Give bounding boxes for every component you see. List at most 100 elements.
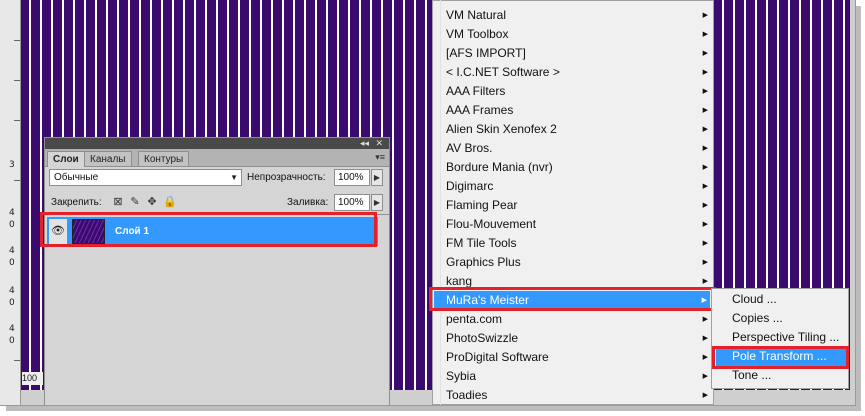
menu-item-label: kang [446, 274, 473, 288]
menu-gutter-line [440, 0, 441, 405]
ruler-tick [14, 80, 20, 81]
menu-item[interactable]: Toadies ▶ [446, 386, 711, 405]
menu-item[interactable]: AAA Filters ▶ [446, 82, 711, 101]
ruler-number: 0 [9, 298, 15, 308]
menu-item-label: AAA Filters [446, 84, 506, 98]
blend-mode-select[interactable]: Обычные ▼ [49, 169, 242, 186]
layers-panel: ◂◂ ✕ Слои Каналы Контуры ▾≡ Обычные ▼ Не… [44, 137, 390, 405]
blend-mode-value: Обычные [54, 172, 99, 183]
ruler-tick [14, 40, 20, 41]
highlight-box-muras [429, 287, 716, 311]
submenu-arrow-icon: ▶ [702, 240, 708, 247]
submenu-arrow-icon: ▶ [702, 259, 708, 266]
submenu-arrow-icon: ▶ [702, 316, 708, 323]
menu-item-label: FM Tile Tools [446, 236, 517, 250]
menu-item-label: Graphics Plus [446, 255, 521, 269]
screenshot-frame: 3 4 0 4 0 4 0 4 0 100 ◂◂ ✕ Слои Каналы К… [0, 0, 856, 406]
menu-item[interactable]: Flaming Pear ▶ [446, 196, 711, 215]
close-icon[interactable]: ✕ [375, 138, 383, 149]
submenu-arrow-icon: ▶ [702, 126, 708, 133]
tab-channels[interactable]: Каналы [84, 151, 132, 166]
panel-tabs: Слои Каналы Контуры ▾≡ [45, 149, 389, 167]
submenu-arrow-icon: ▶ [702, 392, 708, 399]
menu-item-label: VM Toolbox [446, 27, 509, 41]
submenu-arrow-icon: ▶ [702, 107, 708, 114]
ruler-number: 0 [9, 220, 15, 230]
vertical-ruler: 3 4 0 4 0 4 0 4 0 [0, 0, 21, 405]
ruler-number: 0 [9, 336, 15, 346]
submenu-item[interactable]: Perspective Tiling ... [732, 328, 846, 347]
submenu-arrow-icon: ▶ [702, 183, 708, 190]
menu-item[interactable]: Flou-Mouvement ▶ [446, 215, 711, 234]
menu-item-label: VM Natural [446, 8, 507, 22]
menu-item[interactable]: penta.com ▶ [446, 310, 711, 329]
menu-item[interactable]: ProDigital Software ▶ [446, 348, 711, 367]
tab-layers[interactable]: Слои [47, 151, 85, 167]
menu-item[interactable]: FM Tile Tools ▶ [446, 234, 711, 253]
submenu-arrow-icon: ▶ [702, 145, 708, 152]
menu-item-label: Flou-Mouvement [446, 217, 537, 231]
lock-move-icon[interactable]: ✥ [146, 196, 158, 208]
menu-item[interactable]: AAA Frames ▶ [446, 101, 711, 120]
blend-row: Обычные ▼ Непрозрачность: 100% ▶ [45, 167, 389, 193]
menu-item-label: Sybia [446, 369, 477, 383]
lock-paint-icon[interactable]: ✎ [129, 196, 141, 208]
menu-item-label: AAA Frames [446, 103, 514, 117]
menu-item[interactable]: VM Natural ▶ [446, 6, 711, 25]
lock-all-icon[interactable]: 🔒 [163, 196, 177, 208]
menu-item[interactable]: Sybia ▶ [446, 367, 711, 386]
ruler-number: 4 [9, 324, 15, 334]
submenu-arrow-icon: ▶ [702, 12, 708, 19]
fill-slider-button[interactable]: ▶ [371, 194, 383, 211]
opacity-slider-button[interactable]: ▶ [371, 169, 383, 186]
menu-item-label: AV Bros. [446, 141, 493, 155]
ruler-tick [14, 120, 20, 121]
chevron-down-icon: ▼ [230, 173, 238, 182]
fill-label: Заливка: [287, 197, 329, 208]
ruler-tick [14, 180, 20, 181]
submenu-arrow-icon: ▶ [702, 50, 708, 57]
menu-item-label: Digimarc [446, 179, 494, 193]
opacity-label: Непрозрачность: [247, 172, 326, 183]
tab-paths[interactable]: Контуры [138, 151, 190, 166]
menu-item-label: Bordure Mania (nvr) [446, 160, 553, 174]
menu-item-label: penta.com [446, 312, 503, 326]
panel-titlebar[interactable]: ◂◂ ✕ [45, 138, 389, 149]
submenu-arrow-icon: ▶ [702, 69, 708, 76]
opacity-input[interactable]: 100% [334, 169, 370, 186]
lock-label: Закрепить: [51, 197, 102, 208]
menu-item[interactable]: Digimarc ▶ [446, 177, 711, 196]
zoom-level[interactable]: 100 [22, 372, 43, 385]
ruler-number: 4 [9, 286, 15, 296]
submenu-arrow-icon: ▶ [702, 202, 708, 209]
collapse-icon[interactable]: ◂◂ [360, 138, 369, 149]
menu-item[interactable]: Bordure Mania (nvr) ▶ [446, 158, 711, 177]
menu-item[interactable]: AV Bros. ▶ [446, 139, 711, 158]
menu-item[interactable]: Alien Skin Xenofex 2 ▶ [446, 120, 711, 139]
submenu-item[interactable]: Copies ... [732, 309, 846, 328]
menu-item-label: ProDigital Software [446, 350, 549, 364]
lock-transparency-icon[interactable]: ⊠ [112, 196, 124, 208]
panel-menu-icon[interactable]: ▾≡ [375, 152, 385, 163]
submenu-arrow-icon: ▶ [702, 335, 708, 342]
highlight-box-pole-transform [712, 346, 849, 369]
menu-item[interactable]: < I.C.NET Software > ▶ [446, 63, 711, 82]
menu-item-label: [AFS IMPORT] [446, 46, 526, 60]
fill-input[interactable]: 100% [334, 194, 370, 211]
menu-item-label: Flaming Pear [446, 198, 518, 212]
menu-item[interactable]: [AFS IMPORT] ▶ [446, 44, 711, 63]
submenu-arrow-icon: ▶ [702, 221, 708, 228]
ruler-number: 3 [9, 160, 15, 170]
menu-item-label: Alien Skin Xenofex 2 [446, 122, 557, 136]
menu-item[interactable]: VM Toolbox ▶ [446, 25, 711, 44]
menu-item[interactable]: Graphics Plus ▶ [446, 253, 711, 272]
menu-item-label: Toadies [446, 388, 488, 402]
submenu-arrow-icon: ▶ [702, 354, 708, 361]
lock-row: Закрепить: ⊠ ✎ ✥ 🔒 Заливка: 100% ▶ [45, 194, 389, 213]
submenu-arrow-icon: ▶ [702, 31, 708, 38]
menu-item-label: PhotoSwizzle [446, 331, 519, 345]
highlight-box-layer [40, 212, 377, 247]
ruler-number: 4 [9, 246, 15, 256]
submenu-item[interactable]: Cloud ... [732, 290, 846, 309]
menu-item[interactable]: PhotoSwizzle ▶ [446, 329, 711, 348]
